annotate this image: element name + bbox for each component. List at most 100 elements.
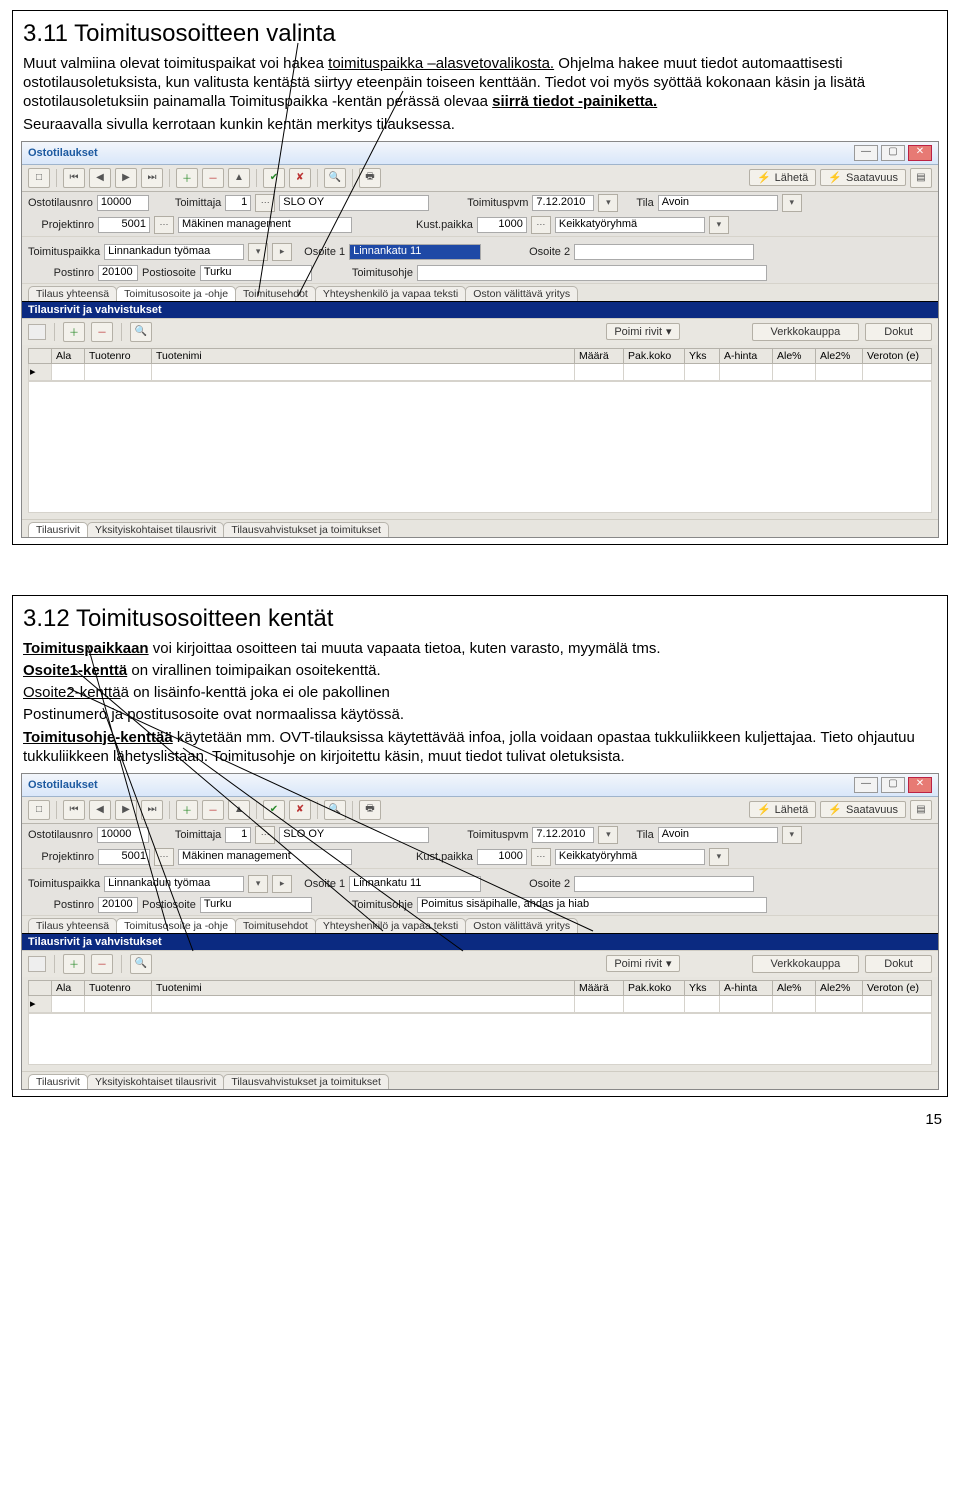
next-icon[interactable]: ▶	[115, 168, 137, 188]
tab-tilaus-yhteensa[interactable]: Tilaus yhteensä	[28, 918, 117, 933]
search-icon[interactable]: 🔍	[324, 168, 346, 188]
col-ale2[interactable]: Ale2%	[816, 980, 863, 995]
tab-yksityiskohtaiset[interactable]: Yksityiskohtaiset tilausrivit	[87, 1074, 224, 1089]
tab-tilausvahvistukset[interactable]: Tilausvahvistukset ja toimitukset	[223, 522, 389, 537]
tila-field[interactable]: Avoin	[658, 827, 778, 843]
minimize-button[interactable]: —	[854, 777, 878, 793]
col-ahinta[interactable]: A-hinta	[720, 980, 773, 995]
kust-name-field[interactable]: Keikkatyöryhmä	[555, 849, 705, 865]
maximize-button[interactable]: ▢	[881, 145, 905, 161]
col-yks[interactable]: Yks	[685, 980, 720, 995]
tab-yhteyshenkilo[interactable]: Yhteyshenkilö ja vapaa teksti	[315, 918, 466, 933]
verkkokauppa-button[interactable]: Verkkokauppa	[752, 955, 860, 973]
tab-tilausvahvistukset[interactable]: Tilausvahvistukset ja toimitukset	[223, 1074, 389, 1089]
poimi-rivit-button[interactable]: Poimi rivit ▾	[606, 955, 679, 972]
laheta-button[interactable]: ⚡Lähetä	[749, 169, 816, 186]
edit-icon[interactable]: ▲	[228, 800, 250, 820]
ostotilausnro-field[interactable]: 10000	[97, 827, 149, 843]
prev-icon[interactable]: ◀	[89, 168, 111, 188]
add-row-icon[interactable]: ＋	[63, 322, 85, 342]
nav-icon[interactable]	[28, 324, 46, 340]
col-maara[interactable]: Määrä	[575, 348, 624, 363]
search-icon[interactable]: 🔍	[324, 800, 346, 820]
add-icon[interactable]: ＋	[176, 168, 198, 188]
kustpaikka-field[interactable]: 1000	[477, 849, 527, 865]
toimittaja-name-field[interactable]: SLO OY	[279, 827, 429, 843]
saatavuus-button[interactable]: ⚡Saatavuus	[820, 169, 906, 186]
poimi-rivit-button[interactable]: Poimi rivit ▾	[606, 323, 679, 340]
nav-icon[interactable]	[28, 956, 46, 972]
tab-yksityiskohtaiset[interactable]: Yksityiskohtaiset tilausrivit	[87, 522, 224, 537]
edit-icon[interactable]: ▲	[228, 168, 250, 188]
cancel-icon[interactable]: ✘	[289, 168, 311, 188]
cancel-icon[interactable]: ✘	[289, 800, 311, 820]
add-icon[interactable]: ＋	[176, 800, 198, 820]
chevron-down-icon[interactable]: ▾	[248, 875, 268, 893]
toimittaja-no-field[interactable]: 1	[225, 195, 251, 211]
next-icon[interactable]: ▶	[115, 800, 137, 820]
tab-tilausrivit[interactable]: Tilausrivit	[28, 1074, 88, 1089]
delete-icon[interactable]: －	[202, 168, 224, 188]
saatavuus-button[interactable]: ⚡Saatavuus	[820, 801, 906, 818]
col-veroton[interactable]: Veroton (e)	[863, 348, 932, 363]
kustpaikka-field[interactable]: 1000	[477, 217, 527, 233]
lookup-icon[interactable]: ⋯	[154, 216, 174, 234]
toimituspvm-field[interactable]: 7.12.2010	[532, 827, 594, 843]
projektinro-field[interactable]: 5001	[98, 849, 150, 865]
col-yks[interactable]: Yks	[685, 348, 720, 363]
lookup-icon[interactable]: ⋯	[255, 826, 275, 844]
osoite2-field[interactable]	[574, 244, 754, 260]
transfer-icon[interactable]: ▸	[272, 243, 292, 261]
lookup-icon[interactable]: ⋯	[531, 216, 551, 234]
calendar-icon[interactable]: ▾	[598, 826, 618, 844]
col-pakkoko[interactable]: Pak.koko	[624, 980, 685, 995]
search-row-icon[interactable]: 🔍	[130, 322, 152, 342]
dokut-button[interactable]: Dokut	[865, 323, 932, 341]
postinro-field[interactable]: 20100	[98, 897, 138, 913]
lookup-icon[interactable]: ⋯	[255, 194, 275, 212]
doc-icon[interactable]: ▤	[910, 168, 932, 188]
laheta-button[interactable]: ⚡Lähetä	[749, 801, 816, 818]
col-tuotenimi[interactable]: Tuotenimi	[152, 980, 575, 995]
col-ahinta[interactable]: A-hinta	[720, 348, 773, 363]
col-maara[interactable]: Määrä	[575, 980, 624, 995]
tila-field[interactable]: Avoin	[658, 195, 778, 211]
tab-toimitusehdot[interactable]: Toimitusehdot	[235, 286, 316, 301]
toimittaja-name-field[interactable]: SLO OY	[279, 195, 429, 211]
toimittaja-no-field[interactable]: 1	[225, 827, 251, 843]
col-veroton[interactable]: Veroton (e)	[863, 980, 932, 995]
toimituspaikka-field[interactable]: Linnankadun työmaa	[104, 876, 244, 892]
tab-toimitusosoite[interactable]: Toimitusosoite ja -ohje	[116, 918, 236, 933]
maximize-button[interactable]: ▢	[881, 777, 905, 793]
projekti-name-field[interactable]: Mäkinen management	[178, 849, 352, 865]
close-button[interactable]: ✕	[908, 145, 932, 161]
calendar-icon[interactable]: ▾	[598, 194, 618, 212]
close-button[interactable]: ✕	[908, 777, 932, 793]
delete-icon[interactable]: －	[202, 800, 224, 820]
col-ala[interactable]: Ala	[52, 348, 85, 363]
search-row-icon[interactable]: 🔍	[130, 954, 152, 974]
osoite1-field[interactable]: Linnankatu 11	[349, 876, 481, 892]
kust-name-field[interactable]: Keikkatyöryhmä	[555, 217, 705, 233]
chevron-down-icon[interactable]: ▾	[248, 243, 268, 261]
col-tuotenimi[interactable]: Tuotenimi	[152, 348, 575, 363]
osoite2-field[interactable]	[574, 876, 754, 892]
lookup-icon[interactable]: ⋯	[154, 848, 174, 866]
tab-oston-valittava[interactable]: Oston välittävä yritys	[465, 918, 578, 933]
tab-tilausrivit[interactable]: Tilausrivit	[28, 522, 88, 537]
postinro-field[interactable]: 20100	[98, 265, 138, 281]
projektinro-field[interactable]: 5001	[98, 217, 150, 233]
col-ale[interactable]: Ale%	[773, 348, 816, 363]
postiosoite-field[interactable]: Turku	[200, 265, 312, 281]
last-icon[interactable]: ⏭	[141, 168, 163, 188]
col-tuotenro[interactable]: Tuotenro	[85, 348, 152, 363]
toimitusohje-field[interactable]: Poimitus sisäpihalle, ahdas ja hiab	[417, 897, 767, 913]
tab-toimitusosoite[interactable]: Toimitusosoite ja -ohje	[116, 286, 236, 301]
toimituspaikka-field[interactable]: Linnankadun työmaa	[104, 244, 244, 260]
toimitusohje-field[interactable]	[417, 265, 767, 281]
doc-icon[interactable]: ▤	[910, 800, 932, 820]
add-row-icon[interactable]: ＋	[63, 954, 85, 974]
chevron-down-icon[interactable]: ▾	[782, 194, 802, 212]
print-icon[interactable]: 🖶	[359, 168, 381, 188]
first-icon[interactable]: ⏮	[63, 800, 85, 820]
